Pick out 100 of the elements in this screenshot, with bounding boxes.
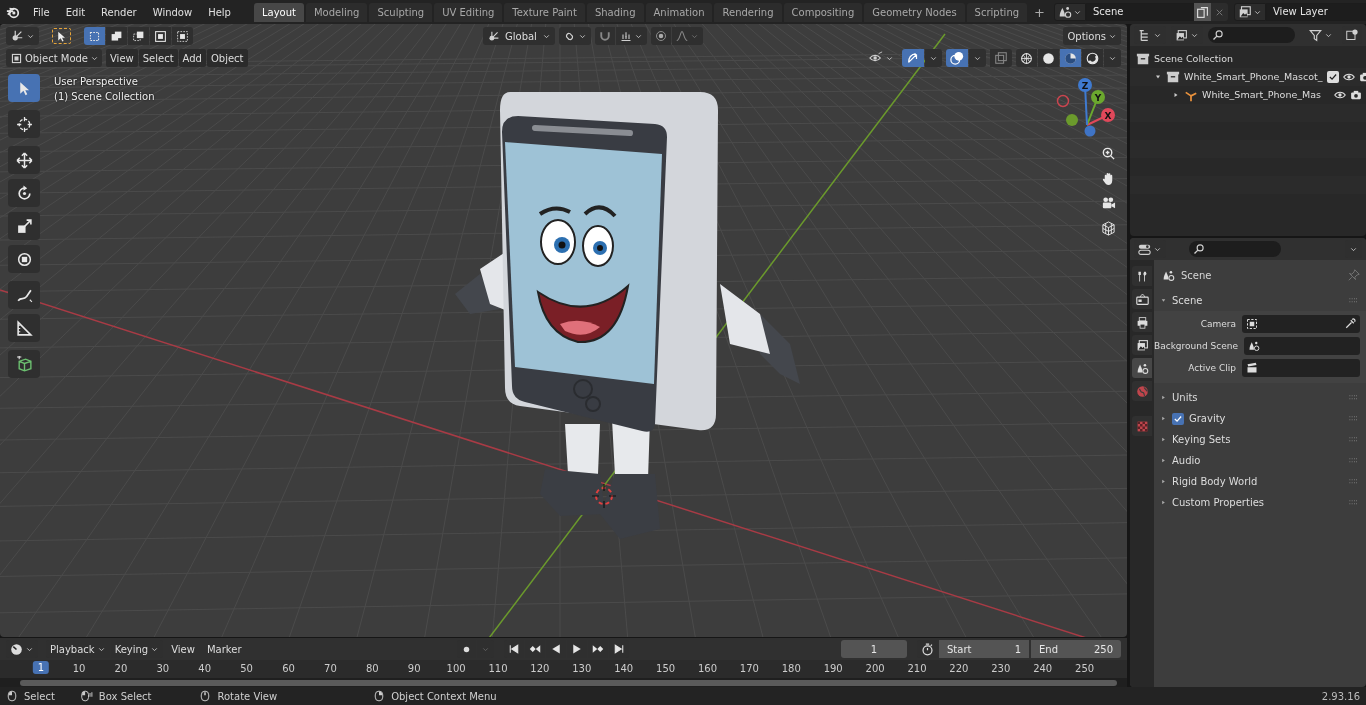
workspace-tab[interactable]: Modeling: [305, 2, 368, 22]
shading-mode-button[interactable]: [1082, 49, 1103, 67]
workspace-tab[interactable]: Geometry Nodes: [864, 2, 965, 22]
current-frame-marker[interactable]: 1: [32, 661, 50, 674]
view-layer-name-field[interactable]: View Layer: [1266, 3, 1366, 21]
selection-mode-button[interactable]: [128, 27, 149, 45]
panel-header[interactable]: Audio: [1172, 455, 1343, 466]
disclosure-triangle-icon[interactable]: [1160, 478, 1167, 485]
snap-toggle[interactable]: [594, 27, 615, 45]
disclosure-triangle-icon[interactable]: [1160, 415, 1167, 422]
disclosure-triangle-icon[interactable]: [1172, 91, 1180, 99]
disclosure-triangle-icon[interactable]: [1160, 457, 1167, 464]
snap-target-dropdown[interactable]: [615, 27, 647, 45]
negative-axis-handle[interactable]: [1084, 125, 1096, 137]
workspace-tab[interactable]: Shading: [586, 2, 644, 22]
menu-item[interactable]: Help: [201, 3, 238, 21]
disclosure-triangle-icon[interactable]: [1160, 394, 1167, 401]
view-layer-selector[interactable]: [1234, 3, 1266, 21]
workspace-tab[interactable]: Scripting: [966, 2, 1028, 22]
disclosure-triangle-icon[interactable]: [1160, 297, 1167, 304]
tool-button[interactable]: [8, 179, 40, 207]
timeline-menu[interactable]: View: [167, 640, 199, 658]
negative-axis-handle[interactable]: [1066, 114, 1078, 126]
workspace-tab[interactable]: Layout: [253, 2, 304, 22]
disclosure-triangle-icon[interactable]: [1154, 73, 1162, 81]
current-frame-field[interactable]: 1: [841, 640, 907, 658]
start-frame-field[interactable]: Start 1: [939, 640, 1029, 658]
object-picker-field[interactable]: [1244, 337, 1360, 355]
properties-tab[interactable]: [1132, 335, 1152, 355]
selection-mode-button[interactable]: [106, 27, 127, 45]
viewport-menu[interactable]: Select: [138, 49, 178, 67]
xray-toggle[interactable]: [990, 49, 1012, 67]
tool-button[interactable]: [8, 110, 40, 138]
y-axis-handle[interactable]: Y: [1086, 90, 1105, 126]
outliner-item-label[interactable]: White_Smart_Phone_Mascot_: [1184, 70, 1323, 84]
end-frame-field[interactable]: End 250: [1031, 640, 1121, 658]
tool-button[interactable]: [8, 314, 40, 342]
menu-item[interactable]: Render: [94, 3, 144, 21]
panel-header[interactable]: Scene: [1172, 295, 1343, 306]
panel-header[interactable]: Gravity: [1189, 413, 1343, 424]
properties-tab[interactable]: [1132, 312, 1152, 332]
tool-button[interactable]: [8, 350, 40, 378]
panel-header[interactable]: Keying Sets: [1172, 434, 1343, 445]
editor-type-button[interactable]: [6, 27, 39, 45]
timeline-scrollbar[interactable]: [20, 680, 1117, 686]
shading-mode-button[interactable]: [1038, 49, 1059, 67]
workspace-tab[interactable]: Animation: [645, 2, 713, 22]
tool-button[interactable]: [8, 146, 40, 174]
panel-header[interactable]: Units: [1172, 392, 1343, 403]
menu-item[interactable]: Window: [145, 3, 200, 21]
add-workspace-button[interactable]: +: [1029, 2, 1050, 22]
scene-selector[interactable]: [1054, 3, 1086, 21]
selection-mode-button[interactable]: [150, 27, 171, 45]
viewport-menu[interactable]: Add: [178, 49, 206, 67]
outliner-item-label[interactable]: Scene Collection: [1154, 52, 1233, 66]
workspace-tab[interactable]: Rendering: [714, 2, 782, 22]
properties-tab[interactable]: [1132, 266, 1152, 286]
selection-mode-button[interactable]: [172, 27, 193, 45]
proportional-edit-toggle[interactable]: [650, 27, 671, 45]
viewport-menu[interactable]: Object: [206, 49, 248, 67]
object-picker-field[interactable]: [1242, 315, 1360, 333]
select-tool-button[interactable]: [51, 27, 72, 45]
tool-button[interactable]: [8, 281, 40, 309]
panel-header[interactable]: Custom Properties: [1172, 497, 1343, 508]
workspace-tab[interactable]: Sculpting: [369, 2, 433, 22]
workspace-tab[interactable]: UV Editing: [434, 2, 503, 22]
object-picker-field[interactable]: [1242, 359, 1360, 377]
outliner-search-field[interactable]: [1208, 27, 1295, 43]
workspace-tab[interactable]: Compositing: [783, 2, 863, 22]
scene-name-field[interactable]: Scene: [1086, 3, 1194, 21]
overlay-toggle[interactable]: [946, 49, 968, 67]
pivot-dropdown[interactable]: [558, 27, 591, 45]
timeline-menu[interactable]: Marker: [202, 640, 246, 658]
eyedropper-icon: [1344, 318, 1356, 330]
orientation-dropdown[interactable]: Global: [482, 27, 555, 45]
z-axis-handle[interactable]: Z: [1078, 78, 1092, 126]
exclude-checkbox[interactable]: [1326, 71, 1339, 83]
workspace-tab[interactable]: Texture Paint: [504, 2, 585, 22]
menu-item[interactable]: File: [26, 3, 57, 21]
falloff-dropdown[interactable]: [671, 27, 703, 45]
x-axis-handle[interactable]: X: [1086, 108, 1115, 126]
viewport-menu[interactable]: View: [106, 49, 138, 67]
properties-tab[interactable]: [1132, 358, 1152, 378]
outliner-item-label[interactable]: White_Smart_Phone_Mas: [1202, 88, 1321, 102]
shading-mode-button[interactable]: [1016, 49, 1037, 67]
panel-header[interactable]: Rigid Body World: [1172, 476, 1343, 487]
shading-mode-button[interactable]: [1060, 49, 1081, 67]
panel-checkbox[interactable]: [1172, 412, 1184, 425]
disclosure-triangle-icon[interactable]: [1160, 499, 1167, 506]
gizmo-toggle[interactable]: [902, 49, 924, 67]
mode-dropdown[interactable]: Object Mode: [6, 49, 102, 67]
menu-item[interactable]: Edit: [58, 3, 93, 21]
tool-button[interactable]: [8, 212, 40, 240]
disclosure-triangle-icon[interactable]: [1160, 436, 1167, 443]
field-label: Background Scene: [1154, 340, 1238, 352]
properties-search-field[interactable]: [1189, 241, 1281, 257]
negative-axis-handle[interactable]: [1056, 94, 1070, 108]
tool-button[interactable]: [8, 245, 40, 273]
options-dropdown[interactable]: Options: [1063, 27, 1121, 45]
properties-tab[interactable]: [1132, 289, 1152, 309]
